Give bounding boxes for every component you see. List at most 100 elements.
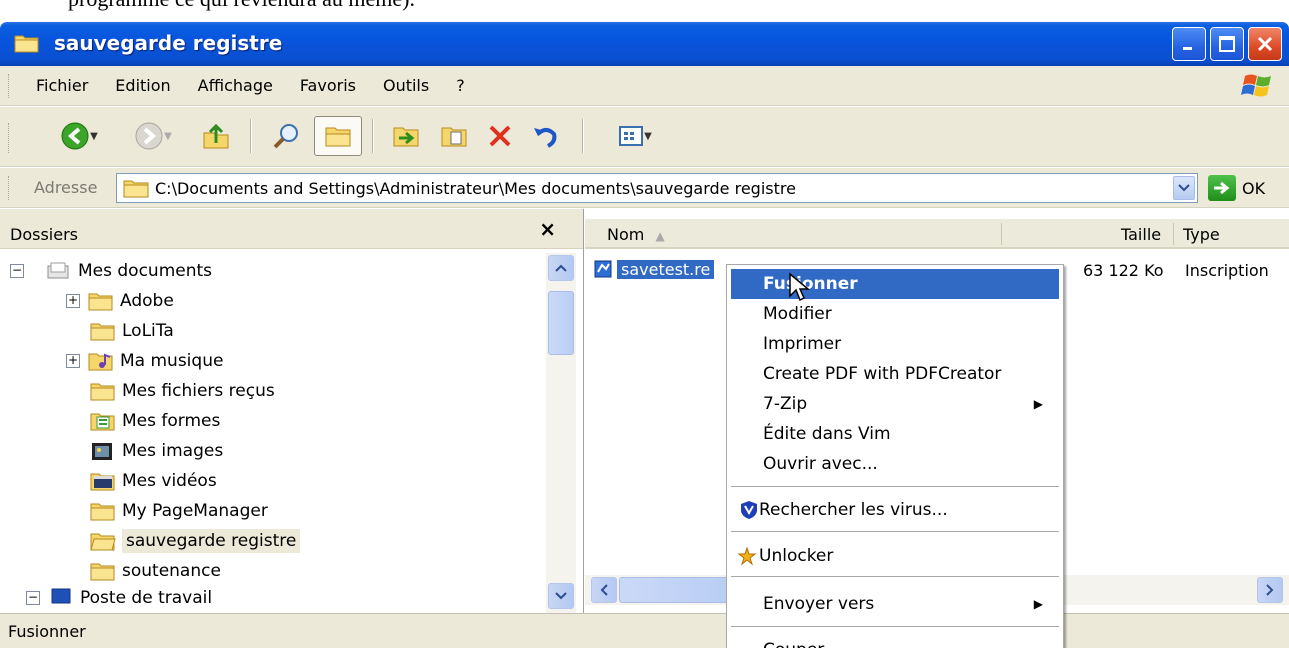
horizontal-scroll-thumb[interactable] [619,577,729,603]
views-button[interactable]: ▼ [606,116,664,156]
close-button[interactable] [1248,27,1282,61]
context-menu-rechercher-virus[interactable]: Rechercher les virus... [731,495,1059,525]
folder-window-icon [14,35,39,53]
address-path[interactable]: C:\Documents and Settings\Administrateur… [155,179,796,198]
tree-item-label: Mes documents [78,261,213,281]
address-dropdown-button[interactable] [1173,176,1195,200]
up-folder-icon [203,123,229,149]
scroll-up-button[interactable] [548,255,574,281]
column-header-type[interactable]: Type [1183,225,1220,244]
menu-bar: Fichier Edition Affichage Favoris Outils… [0,66,1289,106]
context-menu-edite-dans-vim[interactable]: Édite dans Vim [731,419,1059,449]
mouse-cursor-icon [789,272,810,302]
forward-dropdown-icon[interactable]: ▼ [164,131,172,142]
move-to-button[interactable] [386,116,426,156]
search-button[interactable] [264,116,308,156]
column-header-size[interactable]: Taille [1121,225,1161,244]
close-pane-icon[interactable]: × [539,217,556,241]
tree-item-mes-videos[interactable]: Mes vidéos [90,466,217,496]
folder-icon [90,563,115,581]
maximize-button[interactable] [1210,27,1244,61]
folders-button[interactable] [314,116,362,156]
tree-item-label: Adobe [120,291,174,311]
context-menu-fusionner[interactable]: Fusionner [731,269,1059,299]
menu-grip [8,74,11,98]
address-input[interactable]: C:\Documents and Settings\Administrateur… [116,173,1198,203]
views-dropdown-icon[interactable]: ▼ [644,131,652,142]
folders-vertical-scrollbar[interactable] [546,253,576,613]
context-menu-7zip[interactable]: 7-Zip ▶ [731,389,1059,419]
menu-item-label: Imprimer [763,334,842,354]
file-row[interactable]: savetest.re [593,257,715,281]
tree-item-ma-musique[interactable]: + Ma musique [66,346,223,376]
tree-item-adobe[interactable]: + Adobe [66,286,174,316]
tree-item-mes-formes[interactable]: Mes formes [90,406,220,436]
menu-favoris[interactable]: Favoris [286,76,369,95]
scroll-down-button[interactable] [548,583,574,609]
tree-item-label: Mes fichiers reçus [122,381,275,401]
back-arrow-icon [61,122,89,150]
scroll-thumb[interactable] [548,291,574,355]
context-menu-couper[interactable]: Couper [731,635,1059,648]
unlocker-icon [737,546,757,566]
tree-item-label: Mes vidéos [122,471,217,491]
tree-item-poste-de-travail[interactable]: − Poste de travail [26,586,212,610]
menu-edition[interactable]: Edition [101,76,183,95]
menu-help[interactable]: ? [442,76,478,95]
standard-toolbar: ▼ ▼ ▼ [0,107,1289,167]
registry-file-icon [594,260,612,278]
column-header-name[interactable]: Nom ▲ [607,225,665,244]
context-menu-ouvrir-avec[interactable]: Ouvrir avec... [731,449,1059,479]
minimize-button[interactable] [1172,27,1206,61]
scroll-right-button[interactable] [1257,577,1283,603]
undo-button[interactable] [526,116,566,156]
expand-icon[interactable]: + [66,354,80,368]
context-menu-envoyer-vers[interactable]: Envoyer vers ▶ [731,589,1059,619]
menu-fichier[interactable]: Fichier [22,76,101,95]
sort-ascending-icon: ▲ [655,229,665,243]
menu-item-label: Ouvrir avec... [763,454,878,474]
tree-item-mes-documents[interactable]: − Mes documents [10,256,212,286]
copy-to-button[interactable] [434,116,474,156]
tree-item-mes-fichiers-recus[interactable]: Mes fichiers reçus [90,376,275,406]
back-dropdown-icon[interactable]: ▼ [90,131,98,142]
tree-item-my-pagemanager[interactable]: My PageManager [90,496,268,526]
column-divider[interactable] [1173,223,1174,245]
file-size: 63 122 Ko [1083,261,1164,280]
windows-logo-icon [1241,74,1271,97]
menu-item-label: Rechercher les virus... [759,500,948,520]
context-menu-modifier[interactable]: Modifier [731,299,1059,329]
go-button[interactable]: OK [1208,173,1265,203]
forward-button[interactable]: ▼ [120,116,186,156]
column-divider[interactable] [1001,223,1002,245]
menu-item-label: Create PDF with PDFCreator [763,364,1002,384]
tree-item-lolita[interactable]: LoLiTa [90,316,174,346]
window-title-bar[interactable]: sauvegarde registre [0,22,1289,66]
menu-outils[interactable]: Outils [369,76,442,95]
context-menu-unlocker[interactable]: Unlocker [731,541,1059,571]
music-folder-icon [88,353,113,371]
context-menu-imprimer[interactable]: Imprimer [731,329,1059,359]
delete-button[interactable] [480,116,520,156]
tree-item-label: soutenance [122,561,221,581]
back-button[interactable]: ▼ [46,116,112,156]
collapse-icon[interactable]: − [26,591,40,605]
folder-icon [88,293,113,311]
tree-item-sauvegarde-registre[interactable]: sauvegarde registre [90,526,301,556]
tree-item-mes-images[interactable]: Mes images [90,436,223,466]
go-label: OK [1242,178,1266,198]
toolbar-separator [372,119,374,153]
menu-separator [731,626,1059,627]
menu-affichage[interactable]: Affichage [184,76,286,95]
context-menu-create-pdf[interactable]: Create PDF with PDFCreator [731,359,1059,389]
folder-open-icon [90,533,116,551]
scroll-left-button[interactable] [591,577,617,603]
file-name[interactable]: savetest.re [617,259,715,279]
collapse-icon[interactable]: − [10,264,24,278]
status-bar: Fusionner [0,613,1289,648]
expand-icon[interactable]: + [66,294,80,308]
chevron-right-icon [1266,584,1274,596]
up-folder-button[interactable] [196,116,236,156]
tree-item-soutenance[interactable]: soutenance [90,556,221,586]
tree-item-label: Poste de travail [80,588,213,608]
